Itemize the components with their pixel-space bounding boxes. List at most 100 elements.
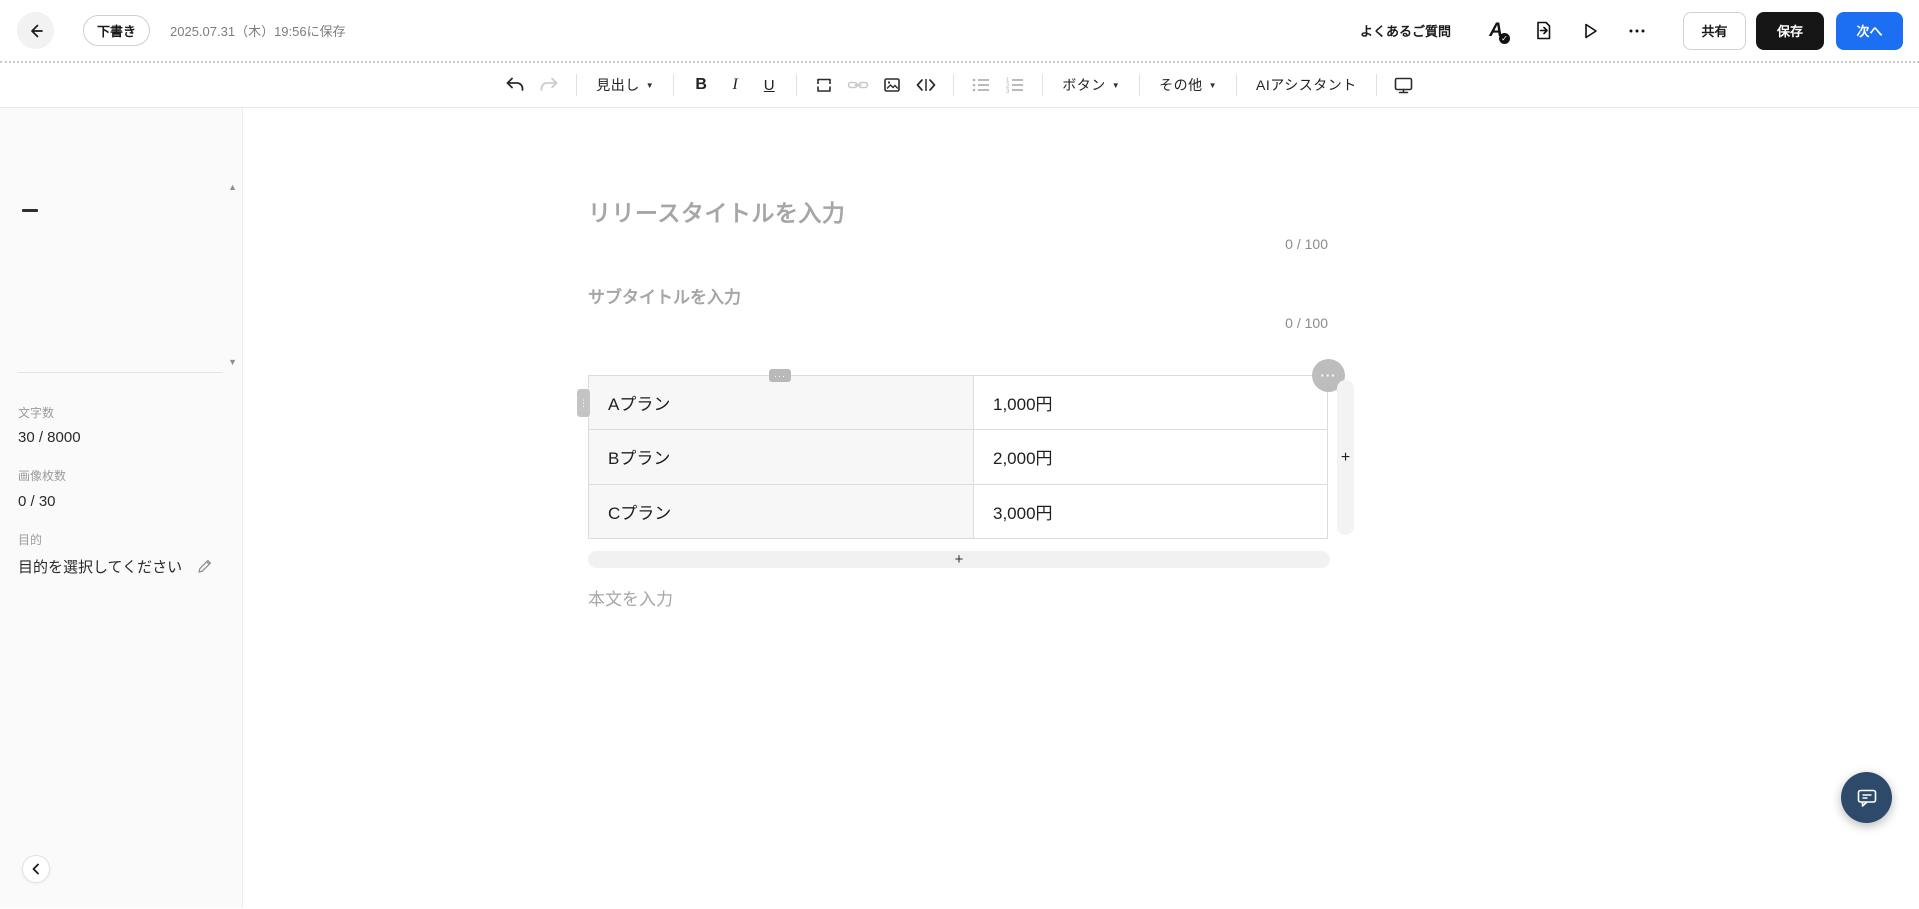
check-badge-icon: ✓ <box>1499 32 1510 44</box>
underline-button[interactable]: U <box>753 69 785 101</box>
section-divider-icon <box>814 75 834 95</box>
table-row: Bプラン 2,000円 <box>588 429 1328 485</box>
outline-item-empty-title[interactable] <box>22 209 38 212</box>
price-table-block: ··· ··· ⋮ Aプラン 1,000円 Bプラン 2,000円 Cプラン 3… <box>577 359 1354 540</box>
redo-icon <box>538 75 560 95</box>
play-icon <box>1580 21 1600 41</box>
italic-button[interactable]: I <box>719 69 751 101</box>
faq-link[interactable]: よくあるご質問 <box>1360 21 1451 40</box>
app-root: 下書き 2025.07.31（木）19:56に保存 よくあるご質問 A ✓ 共有… <box>0 0 1919 909</box>
purpose-row: 目的を選択してください <box>18 556 213 577</box>
export-document-button[interactable] <box>1524 12 1562 50</box>
svg-text:3: 3 <box>1006 89 1010 95</box>
monitor-icon <box>1393 75 1414 95</box>
toolbar-divider <box>576 74 578 96</box>
next-button[interactable]: 次へ <box>1836 11 1903 50</box>
plan-cell[interactable]: Aプラン <box>588 374 974 431</box>
main-area: ▲ ▼ 文字数 30 / 8000 画像枚数 0 / 30 目的 目的を選択して… <box>0 108 1919 908</box>
edit-pencil-icon[interactable] <box>196 558 213 575</box>
sidebar: ▲ ▼ 文字数 30 / 8000 画像枚数 0 / 30 目的 目的を選択して… <box>0 108 243 908</box>
more-options-button[interactable] <box>1618 12 1656 50</box>
divider-block-button[interactable] <box>808 69 840 101</box>
sidebar-collapse-button[interactable] <box>22 855 50 883</box>
image-count-value: 0 / 30 <box>18 493 56 510</box>
saved-timestamp: 2025.07.31（木）19:56に保存 <box>170 24 346 39</box>
save-button[interactable]: 保存 <box>1756 11 1824 50</box>
table-row: Aプラン 1,000円 <box>588 374 1328 431</box>
chevron-down-icon: ▼ <box>1208 80 1218 90</box>
chat-bubble-icon <box>1854 785 1880 811</box>
toolbar-divider <box>673 74 675 96</box>
release-title-input[interactable]: リリースタイトルを入力 <box>588 194 845 228</box>
preview-play-button[interactable] <box>1571 12 1609 50</box>
editor-canvas: リリースタイトルを入力 0 / 100 サブタイトルを入力 0 / 100 ··… <box>243 108 1919 908</box>
export-document-icon <box>1533 20 1554 41</box>
chevron-down-icon: ▼ <box>645 80 655 90</box>
undo-icon <box>504 75 526 95</box>
share-button[interactable]: 共有 <box>1683 11 1746 50</box>
title-counter: 0 / 100 <box>1285 236 1328 252</box>
link-icon <box>847 75 869 95</box>
chat-support-button[interactable] <box>1841 772 1892 823</box>
scroll-up-icon[interactable]: ▲ <box>228 182 237 192</box>
status-badge: 下書き <box>83 15 151 46</box>
scroll-down-icon[interactable]: ▼ <box>228 357 237 367</box>
plan-cell[interactable]: Bプラン <box>588 429 974 485</box>
add-column-button[interactable]: + <box>1337 380 1354 535</box>
toolbar-divider <box>1236 74 1238 96</box>
purpose-label: 目的 <box>18 533 43 547</box>
table-row: Cプラン 3,000円 <box>588 483 1328 540</box>
more-dots-icon <box>1627 21 1647 41</box>
header-actions: よくあるご質問 A ✓ 共有 保存 次へ <box>1360 11 1903 50</box>
char-count-value: 30 / 8000 <box>18 429 81 446</box>
add-row-button[interactable]: + <box>588 551 1330 568</box>
ai-assistant-button[interactable]: AIアシスタント <box>1248 69 1365 101</box>
price-table: Aプラン 1,000円 Bプラン 2,000円 Cプラン 3,000円 <box>588 374 1328 540</box>
bullet-list-button[interactable] <box>965 69 997 101</box>
body-text-input[interactable]: 本文を入力 <box>588 585 673 610</box>
code-button[interactable] <box>910 69 942 101</box>
bold-button[interactable]: B <box>685 69 717 101</box>
redo-button[interactable] <box>533 69 565 101</box>
top-header: 下書き 2025.07.31（木）19:56に保存 よくあるご質問 A ✓ 共有… <box>0 0 1919 63</box>
others-dropdown-label: その他 <box>1159 77 1203 93</box>
code-icon <box>915 75 937 95</box>
chevron-down-icon: ▼ <box>1111 80 1121 90</box>
image-button[interactable] <box>876 69 908 101</box>
subtitle-input[interactable]: サブタイトルを入力 <box>588 283 741 308</box>
back-arrow-icon <box>26 21 46 41</box>
heading-dropdown[interactable]: 見出し ▼ <box>588 69 662 101</box>
button-dropdown-label: ボタン <box>1062 77 1106 93</box>
bullet-list-icon <box>970 75 992 95</box>
plus-icon: + <box>1340 448 1351 466</box>
table-row-drag-handle[interactable]: ⋮ <box>577 389 590 417</box>
toolbar-divider <box>953 74 955 96</box>
undo-button[interactable] <box>499 69 531 101</box>
heading-dropdown-label: 見出し <box>596 77 640 93</box>
subtitle-counter: 0 / 100 <box>1285 315 1328 331</box>
plan-cell[interactable]: Cプラン <box>588 483 974 540</box>
numbered-list-icon: 123 <box>1004 75 1026 95</box>
link-button[interactable] <box>842 69 874 101</box>
toolbar-divider <box>1139 74 1141 96</box>
char-count-label: 文字数 <box>18 406 55 420</box>
proofread-button[interactable]: A ✓ <box>1477 12 1515 50</box>
price-cell[interactable]: 2,000円 <box>973 429 1328 485</box>
price-cell[interactable]: 1,000円 <box>973 374 1328 431</box>
price-cell[interactable]: 3,000円 <box>973 483 1328 540</box>
table-column-handle[interactable]: ··· <box>769 369 791 382</box>
editor-toolbar: 見出し ▼ B I U 1 2 3 ボタン ▼ その他 ▼ AIアシスタント <box>0 63 1919 108</box>
chevron-left-icon <box>27 860 45 878</box>
toolbar-divider <box>1375 74 1377 96</box>
others-dropdown[interactable]: その他 ▼ <box>1151 69 1225 101</box>
sidebar-divider <box>18 372 222 373</box>
image-icon <box>882 75 902 95</box>
purpose-value: 目的を選択してください <box>18 559 183 576</box>
toolbar-divider <box>796 74 798 96</box>
image-count-label: 画像枚数 <box>18 469 67 483</box>
preview-monitor-button[interactable] <box>1388 69 1420 101</box>
toolbar-divider <box>1042 74 1044 96</box>
back-button[interactable] <box>17 12 54 49</box>
button-block-dropdown[interactable]: ボタン ▼ <box>1054 69 1128 101</box>
numbered-list-button[interactable]: 123 <box>999 69 1031 101</box>
